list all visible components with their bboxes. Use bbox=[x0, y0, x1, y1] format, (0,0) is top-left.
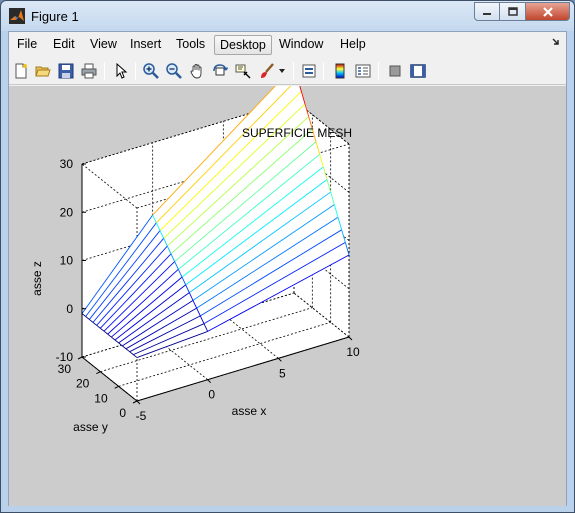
z-tick-label: 20 bbox=[60, 205, 74, 219]
maximize-button[interactable] bbox=[500, 2, 526, 21]
save-button[interactable] bbox=[56, 61, 76, 81]
window-title: Figure 1 bbox=[31, 9, 79, 24]
pan-button[interactable] bbox=[187, 61, 207, 81]
toolbar-separator bbox=[378, 62, 379, 80]
y-axis-label: asse y bbox=[73, 420, 108, 434]
open-file-icon bbox=[35, 66, 51, 77]
toolbar-separator bbox=[135, 62, 136, 80]
zoom-in-icon bbox=[143, 63, 159, 79]
x-tick-label: -5 bbox=[136, 409, 147, 423]
minimize-button[interactable] bbox=[474, 2, 500, 21]
link-plot-icon bbox=[302, 64, 316, 78]
show-plot-tools-button[interactable] bbox=[408, 61, 428, 81]
y-tick-mark bbox=[96, 371, 101, 375]
link-plot-button[interactable] bbox=[299, 61, 319, 81]
hide-plot-tools-button[interactable] bbox=[385, 61, 405, 81]
menu-view[interactable]: View bbox=[85, 35, 122, 55]
insert-colorbar-icon bbox=[335, 63, 345, 79]
hide-plot-tools-icon bbox=[389, 65, 401, 77]
rotate-3d-icon bbox=[213, 64, 228, 76]
figure-window: Figure 1 File Edit View Insert Tools Des… bbox=[0, 0, 575, 513]
toolbar-separator bbox=[104, 62, 105, 80]
print-button[interactable] bbox=[79, 61, 99, 81]
y-tick-mark bbox=[114, 385, 119, 389]
x-tick-mark bbox=[277, 357, 282, 362]
rotate-3d-button[interactable] bbox=[210, 61, 230, 81]
zoom-in-button[interactable] bbox=[141, 61, 161, 81]
brush-button[interactable] bbox=[257, 61, 277, 81]
data-cursor-button[interactable] bbox=[233, 61, 253, 81]
insert-colorbar-button[interactable] bbox=[330, 61, 350, 81]
x-axis-label: asse x bbox=[232, 404, 267, 418]
z-tick-label: 10 bbox=[60, 254, 74, 268]
figure-toolbar bbox=[9, 57, 566, 85]
insert-legend-button[interactable] bbox=[353, 61, 373, 81]
z-tick-label: 0 bbox=[66, 302, 73, 316]
x-tick-mark bbox=[348, 336, 353, 341]
brush-icon bbox=[261, 63, 274, 78]
new-figure-button[interactable] bbox=[11, 61, 31, 81]
menu-help[interactable]: Help bbox=[335, 35, 371, 55]
edit-plot-button[interactable] bbox=[111, 61, 131, 81]
zoom-out-button[interactable] bbox=[164, 61, 184, 81]
matlab-logo-icon bbox=[9, 8, 25, 24]
brush-dropdown-icon bbox=[279, 69, 285, 73]
y-tick-mark bbox=[132, 400, 138, 404]
x-tick-mark bbox=[207, 379, 212, 384]
menu-desktop[interactable]: Desktop bbox=[214, 35, 272, 55]
chart-title: SUPERFICIE MESH bbox=[242, 126, 352, 140]
y-tick-label: 30 bbox=[58, 362, 72, 376]
x-tick-mark bbox=[136, 400, 141, 405]
print-icon bbox=[81, 63, 97, 79]
z-tick-label: 30 bbox=[60, 157, 74, 171]
maximize-icon bbox=[507, 6, 518, 16]
dock-arrow-icon[interactable] bbox=[552, 38, 560, 46]
menu-window[interactable]: Window bbox=[274, 35, 328, 55]
toolbar-separator bbox=[323, 62, 324, 80]
y-tick-mark bbox=[77, 356, 83, 360]
close-icon bbox=[542, 6, 553, 17]
save-icon bbox=[58, 63, 74, 79]
surface-mesh-plot[interactable]: -505100102030-100102030 SUPERFICIE MESH … bbox=[9, 86, 566, 506]
edit-plot-arrow-icon bbox=[116, 63, 128, 79]
figure-canvas: -5 0 5 10 0 10 20 30 -10 0 10 20 30 SUPERFICIE MESH … bbox=[9, 86, 566, 506]
minimize-icon bbox=[483, 12, 491, 15]
pan-hand-icon bbox=[190, 64, 202, 79]
x-tick-label: 10 bbox=[346, 345, 360, 359]
open-file-button[interactable] bbox=[33, 61, 53, 81]
z-axis-label: asse z bbox=[30, 261, 44, 296]
toolbar-separator bbox=[293, 62, 294, 80]
show-plot-tools-icon bbox=[410, 64, 426, 78]
menu-tools[interactable]: Tools bbox=[171, 35, 210, 55]
zoom-out-icon bbox=[166, 63, 182, 79]
data-cursor-icon bbox=[235, 64, 251, 79]
close-button[interactable] bbox=[526, 2, 570, 21]
x-tick-label: 0 bbox=[208, 388, 215, 402]
brush-dropdown-button[interactable] bbox=[277, 61, 287, 81]
insert-legend-icon bbox=[355, 64, 371, 78]
y-tick-label: 0 bbox=[119, 406, 126, 420]
z-tick-label: -10 bbox=[56, 350, 74, 364]
x-tick-label: 5 bbox=[279, 366, 286, 380]
menu-insert[interactable]: Insert bbox=[125, 35, 166, 55]
title-bar[interactable]: Figure 1 bbox=[1, 1, 574, 31]
y-tick-label: 10 bbox=[94, 391, 108, 405]
menu-file[interactable]: File bbox=[12, 35, 42, 55]
menu-bar: File Edit View Insert Tools Desktop Wind… bbox=[9, 32, 566, 56]
figure-client-area: File Edit View Insert Tools Desktop Wind… bbox=[8, 31, 567, 506]
menu-edit[interactable]: Edit bbox=[48, 35, 80, 55]
new-figure-icon bbox=[15, 63, 27, 79]
y-tick-label: 20 bbox=[76, 377, 90, 391]
